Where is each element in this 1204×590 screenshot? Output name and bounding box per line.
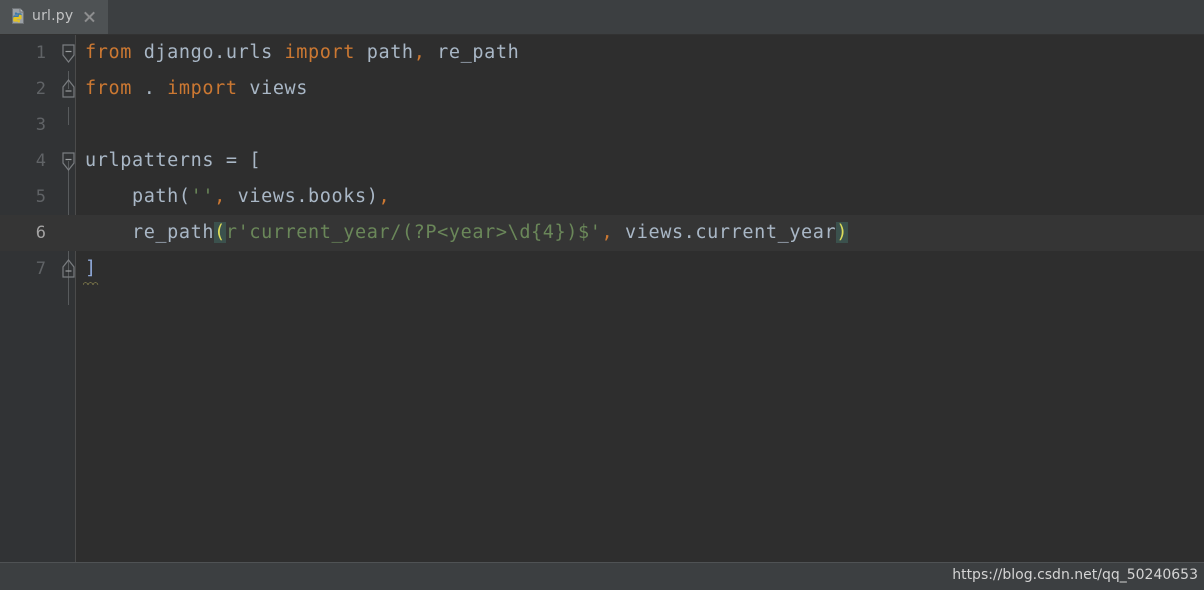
line-number: 5	[35, 187, 46, 207]
re-path-call: re_path	[85, 222, 215, 243]
fold-collapse-down-icon[interactable]	[61, 44, 76, 64]
relative-dot: .	[131, 78, 168, 99]
path-call: path(	[85, 186, 191, 207]
code-line[interactable]: 1 from django.urls import path, re_path	[0, 35, 1204, 71]
line-number: 3	[35, 115, 46, 135]
regex-string-literal: r'current_year/(?P<year>\d{4})$'	[225, 222, 602, 243]
view-reference: views.books)	[225, 186, 379, 207]
keyword-from: from	[85, 78, 132, 99]
code-line-current[interactable]: 6 re_path(r'current_year/(?P<year>\d{4})…	[0, 215, 1204, 251]
comma: ,	[214, 186, 226, 207]
line-number: 7	[35, 259, 46, 279]
code-text: from . import views	[85, 71, 308, 107]
code-line[interactable]: 3	[0, 107, 1204, 143]
fold-collapse-down-icon[interactable]	[61, 152, 76, 172]
comma: ,	[413, 42, 426, 63]
assignment-urlpatterns: urlpatterns = [	[85, 150, 262, 171]
code-line[interactable]: 7 ]	[0, 251, 1204, 287]
line-number: 4	[35, 151, 46, 171]
code-text: from django.urls import path, re_path	[85, 35, 519, 71]
fold-collapse-up-icon[interactable]	[61, 259, 76, 279]
code-line[interactable]: 2 from . import views	[0, 71, 1204, 107]
code-text: path('', views.books),	[85, 179, 390, 215]
comma: ,	[601, 222, 614, 243]
keyword-import: import	[284, 42, 355, 63]
watermark-url: https://blog.csdn.net/qq_50240653	[952, 567, 1198, 583]
import-name: views	[237, 78, 309, 99]
code-line[interactable]: 5 path('', views.books),	[0, 179, 1204, 215]
code-text: re_path(r'current_year/(?P<year>\d{4})$'…	[85, 215, 849, 251]
code-line[interactable]: 4 urlpatterns = [	[0, 143, 1204, 179]
line-number: 6	[35, 223, 46, 243]
python-file-icon	[12, 8, 24, 24]
code-editor[interactable]: 1 from django.urls import path, re_path …	[0, 35, 1204, 562]
import-name: re_path	[425, 42, 520, 63]
keyword-from: from	[85, 42, 132, 63]
bottom-status-bar: https://blog.csdn.net/qq_50240653	[0, 562, 1204, 590]
fold-collapse-up-icon[interactable]	[61, 79, 76, 99]
editor-tab-bar: url.py	[0, 0, 1204, 35]
closing-bracket-warning: ]	[83, 251, 101, 287]
code-content[interactable]: 1 from django.urls import path, re_path …	[0, 35, 1204, 562]
matched-paren-close: )	[836, 222, 849, 243]
view-reference: views.current_year	[613, 222, 837, 243]
module-path: django.urls	[131, 42, 285, 63]
code-text: urlpatterns = [	[85, 143, 261, 179]
matched-paren-open: (	[214, 222, 226, 243]
close-icon[interactable]	[83, 10, 96, 23]
string-literal: ''	[190, 186, 215, 207]
line-number: 2	[35, 79, 46, 99]
tab-url-py[interactable]: url.py	[0, 0, 108, 34]
comma: ,	[378, 186, 391, 207]
tab-label: url.py	[32, 8, 74, 24]
keyword-import: import	[167, 78, 238, 99]
code-text: ]	[83, 251, 101, 287]
import-name: path	[354, 42, 414, 63]
line-number: 1	[35, 43, 46, 63]
